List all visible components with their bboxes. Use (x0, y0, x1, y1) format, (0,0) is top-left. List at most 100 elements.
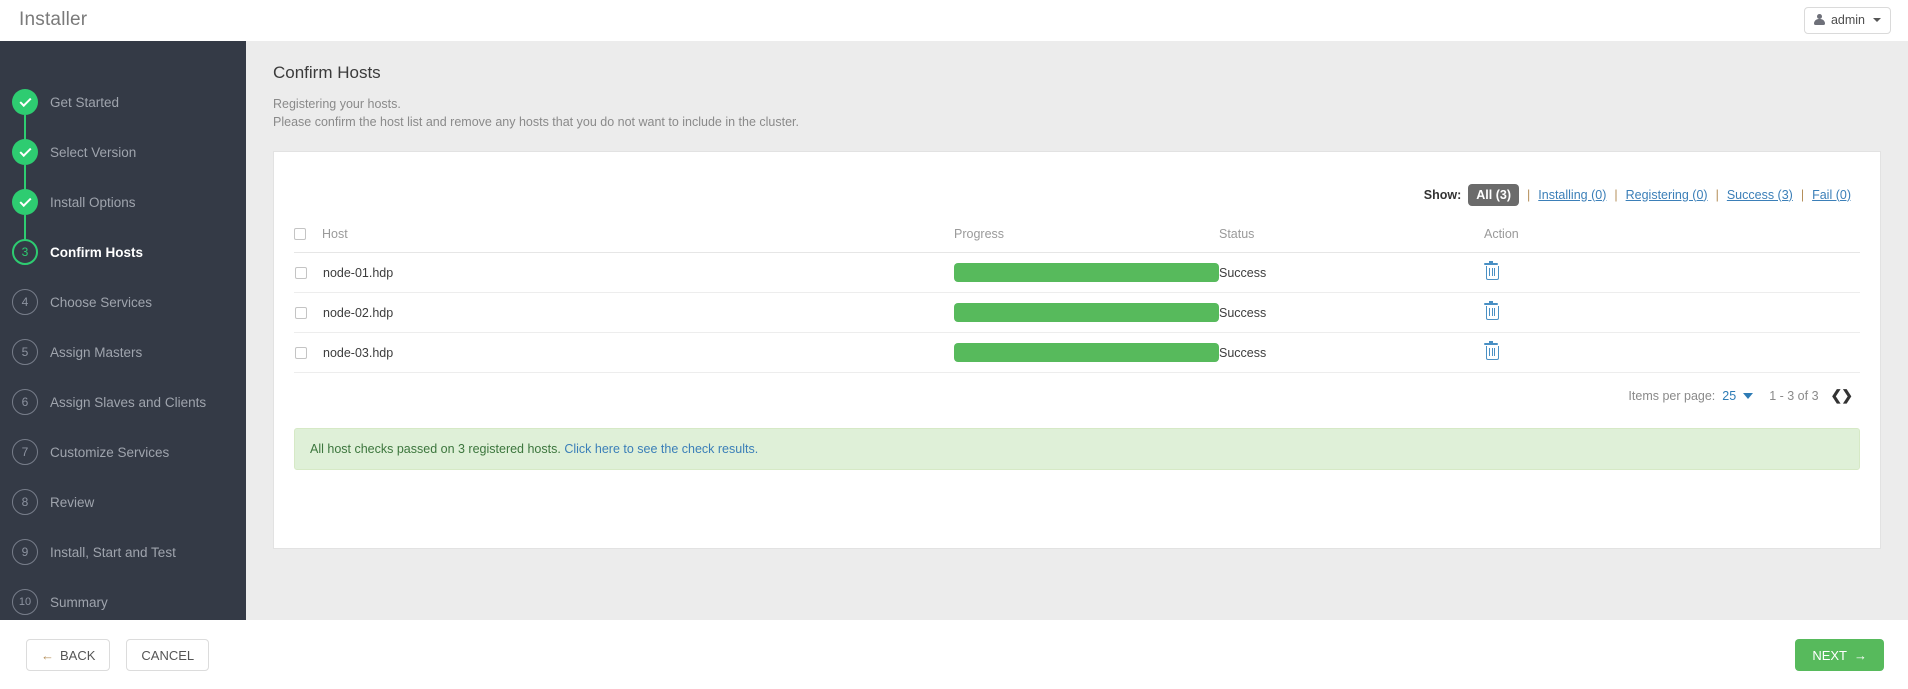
row-checkbox[interactable] (295, 266, 307, 279)
trash-icon[interactable] (1484, 301, 1499, 320)
status-filter-bar: Show: All (3) | Installing (0) | Registering… (294, 172, 1860, 217)
step-number-badge: 7 (12, 439, 38, 465)
cell-progress (954, 332, 1219, 373)
sidebar-item-install-start-and-test[interactable]: 9 Install, Start and Test (0, 527, 246, 577)
pagination-bar: Items per page: 25 1 - 3 of 3 ❮ ❯ (294, 373, 1860, 404)
sidebar-item-install-options[interactable]: Install Options (0, 177, 246, 240)
sidebar-item-choose-services[interactable]: 4 Choose Services (0, 277, 246, 327)
hosts-panel: Show: All (3) | Installing (0) | Registering… (273, 151, 1881, 549)
cell-host: node-03.hdp (294, 332, 954, 373)
progress-bar-fill (954, 343, 1219, 362)
progress-bar (954, 303, 1219, 322)
filter-separator: | (1614, 187, 1618, 202)
next-button-label: NEXT (1812, 647, 1847, 663)
items-per-page-label: Items per page: (1628, 388, 1716, 403)
page-description: Registering your hosts. Please confirm t… (273, 95, 1884, 131)
trash-lid (1489, 341, 1493, 343)
sidebar-item-label: Select Version (50, 144, 137, 160)
table-row: node-01.hdp Success (294, 252, 1860, 293)
host-name: node-03.hdp (323, 345, 394, 360)
select-all-checkbox[interactable] (294, 228, 306, 240)
step-number-badge: 8 (12, 489, 38, 515)
wizard-step-list: Get Started Select Version Install Options… (0, 77, 246, 627)
pagination-next-button[interactable]: ❯ (1841, 387, 1853, 404)
col-header-status: Status (1219, 217, 1484, 253)
step-connector (24, 165, 26, 190)
trash-icon[interactable] (1484, 261, 1499, 280)
check-results-link[interactable]: Click here to see the check results. (564, 442, 758, 456)
host-checks-alert: All host checks passed on 3 registered h… (294, 428, 1860, 470)
sidebar-item-assign-masters[interactable]: 5 Assign Masters (0, 327, 246, 377)
sidebar-item-label: Choose Services (50, 294, 153, 310)
sidebar-item-review[interactable]: 8 Review (0, 477, 246, 527)
back-button-label: BACK (60, 647, 96, 663)
step-number-badge: 3 (12, 239, 38, 265)
table-header-row: Host Progress Status Action (294, 217, 1860, 253)
next-button[interactable]: NEXT → (1795, 639, 1884, 671)
status-filter-options: All (3) | Installing (0) | Registering (0) | S… (1468, 183, 1851, 206)
sidebar-item-get-started[interactable]: Get Started (0, 77, 246, 140)
sidebar-item-select-version[interactable]: Select Version (0, 127, 246, 190)
user-menu-label: admin (1830, 13, 1865, 27)
check-glyph (18, 194, 32, 207)
check-icon (12, 139, 38, 165)
step-number-badge: 4 (12, 289, 38, 315)
cell-host: node-01.hdp (294, 252, 954, 293)
app-title: Installer (19, 9, 88, 30)
host-checks-alert-text: All host checks passed on 3 registered h… (310, 442, 561, 456)
filter-separator: | (1715, 187, 1719, 202)
page-description-line-1: Registering your hosts. (273, 97, 401, 111)
arrow-left-icon: ← (41, 647, 54, 663)
cell-action (1484, 292, 1860, 333)
filter-option-all-3[interactable]: All (3) (1468, 183, 1520, 206)
cell-status: Success (1219, 332, 1484, 373)
step-number-badge: 9 (12, 539, 38, 565)
step-connector (24, 115, 26, 140)
cell-status: Success (1219, 252, 1484, 293)
table-row: node-02.hdp Success (294, 292, 1860, 333)
cancel-button[interactable]: CANCEL (126, 639, 210, 671)
sidebar-item-confirm-hosts[interactable]: 3 Confirm Hosts (0, 227, 246, 277)
check-icon (12, 189, 38, 215)
filter-option-fail-0[interactable]: Fail (0) (1812, 188, 1851, 202)
step-number-badge: 5 (12, 339, 38, 365)
user-menu-button[interactable]: admin (1803, 6, 1891, 34)
cell-action (1484, 252, 1860, 293)
pagination-prev-button[interactable]: ❮ (1831, 387, 1843, 404)
wizard-sidebar: Get Started Select Version Install Options… (0, 41, 246, 620)
filter-option-registering-0[interactable]: Registering (0) (1626, 188, 1708, 202)
trash-icon[interactable] (1484, 341, 1499, 360)
hosts-table-head: Host Progress Status Action (294, 217, 1860, 253)
filter-option-installing-0[interactable]: Installing (0) (1538, 188, 1606, 202)
sidebar-item-label: Review (50, 494, 95, 510)
wizard-footer: ← BACK CANCEL NEXT → (0, 620, 1908, 689)
chevron-down-icon[interactable] (1743, 392, 1754, 399)
step-number-badge: 6 (12, 389, 38, 415)
row-checkbox[interactable] (295, 306, 307, 319)
col-header-host-label: Host (322, 227, 348, 241)
sidebar-item-label: Install Options (50, 194, 136, 210)
col-header-progress: Progress (954, 217, 1219, 253)
cell-progress (954, 252, 1219, 293)
page-description-line-2: Please confirm the host list and remove … (273, 115, 799, 129)
filter-separator: | (1800, 187, 1805, 202)
trash-lid (1489, 301, 1493, 303)
sidebar-item-label: Summary (50, 594, 108, 610)
check-glyph (18, 144, 32, 157)
cell-status: Success (1219, 292, 1484, 333)
col-header-host: Host (294, 217, 954, 253)
sidebar-item-customize-services[interactable]: 7 Customize Services (0, 427, 246, 477)
progress-bar (954, 343, 1219, 362)
cell-progress (954, 292, 1219, 333)
items-per-page-value[interactable]: 25 (1722, 389, 1736, 403)
check-icon (12, 89, 38, 115)
back-button[interactable]: ← BACK (26, 639, 111, 671)
progress-bar-fill (954, 263, 1219, 282)
sidebar-item-assign-slaves-and-clients[interactable]: 6 Assign Slaves and Clients (0, 377, 246, 427)
filter-option-success-3[interactable]: Success (3) (1727, 188, 1793, 202)
row-checkbox[interactable] (295, 346, 307, 359)
host-name: node-02.hdp (323, 305, 394, 320)
filter-separator: | (1527, 187, 1531, 202)
cell-host: node-02.hdp (294, 292, 954, 333)
step-number-badge: 10 (12, 589, 38, 615)
